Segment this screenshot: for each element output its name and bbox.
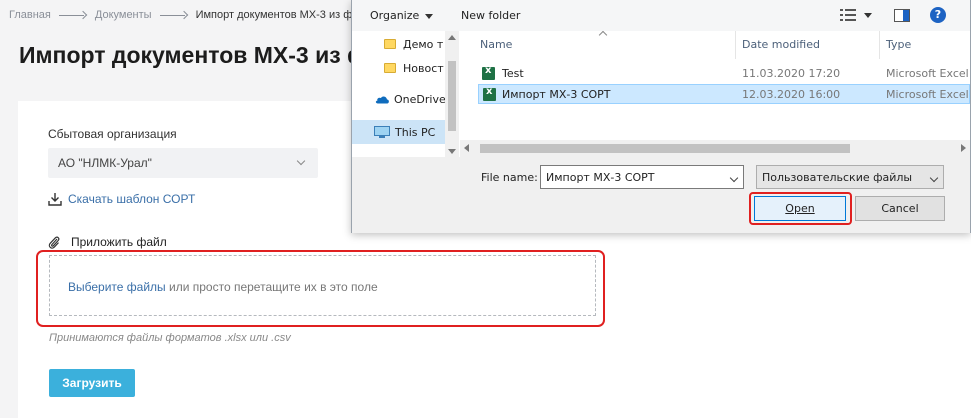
- file-name: Импорт МХ-3 СОРТ: [502, 88, 611, 101]
- breadcrumb: Главная Документы Импорт документов МХ-3…: [9, 9, 377, 21]
- file-type: Microsoft Excel: [886, 88, 969, 101]
- breadcrumb-home[interactable]: Главная: [9, 9, 51, 21]
- file-type-select[interactable]: Пользовательские файлы: [756, 165, 944, 189]
- org-select[interactable]: АО "НЛМК-Урал": [48, 148, 318, 178]
- horizontal-scrollbar[interactable]: [460, 140, 970, 157]
- file-type: Microsoft Excel: [886, 67, 969, 80]
- paperclip-icon: [48, 236, 60, 249]
- new-folder-button[interactable]: New folder: [461, 9, 520, 22]
- download-template-link[interactable]: Скачать шаблон СОРТ: [48, 192, 195, 206]
- scroll-right-icon[interactable]: [961, 144, 966, 152]
- computer-icon: [374, 125, 390, 138]
- nav-item-label: OneDrive: [394, 92, 446, 106]
- nav-item-this-pc[interactable]: This PC: [352, 120, 446, 144]
- org-label: Сбытовая организация: [48, 127, 177, 141]
- file-name-value: Импорт МХ-3 СОРТ: [546, 171, 655, 184]
- file-date: 12.03.2020 16:00: [742, 88, 841, 101]
- nav-item-demo-folder[interactable]: Демо т: [352, 33, 446, 55]
- breadcrumb-documents[interactable]: Документы: [95, 9, 152, 21]
- file-name-label: File name:: [481, 171, 538, 184]
- chevron-down-icon: [296, 156, 306, 166]
- arrow-right-icon: [159, 11, 188, 19]
- upload-button[interactable]: Загрузить: [49, 369, 135, 397]
- scroll-left-icon[interactable]: [464, 144, 469, 152]
- file-row-selected[interactable]: Импорт МХ-3 СОРТ 12.03.2020 16:00 Micros…: [478, 84, 970, 104]
- cancel-button[interactable]: Cancel: [855, 196, 945, 221]
- file-date: 11.03.2020 17:20: [742, 67, 841, 80]
- column-header-type[interactable]: Type: [880, 31, 970, 59]
- nav-item-label: This PC: [395, 125, 436, 139]
- file-name-input[interactable]: Импорт МХ-3 СОРТ: [540, 165, 744, 189]
- file-name: Test: [502, 67, 524, 80]
- download-template-label: Скачать шаблон СОРТ: [68, 192, 196, 206]
- attach-file-label: Приложить файл: [71, 235, 167, 249]
- dialog-bottom-bar: File name: Импорт МХ-3 СОРТ Пользователь…: [352, 157, 970, 233]
- file-type-value: Пользовательские файлы: [762, 171, 913, 184]
- chevron-down-icon[interactable]: [729, 173, 739, 183]
- column-header-date[interactable]: Date modified: [736, 31, 880, 59]
- folder-icon: [384, 63, 396, 73]
- view-dropdown-icon[interactable]: [864, 13, 872, 18]
- dialog-toolbar: Organize New folder ?: [352, 0, 970, 31]
- attach-file[interactable]: Приложить файл: [48, 234, 167, 250]
- org-select-value: АО "НЛМК-Урал": [58, 156, 152, 170]
- open-button-highlight: [749, 192, 852, 225]
- organize-label: Organize: [370, 9, 420, 22]
- file-list: Name Date modified Type Test 11.03.2020 …: [474, 31, 970, 158]
- breadcrumb-current: Импорт документов МХ-3 из файла: [195, 9, 378, 21]
- file-row[interactable]: Test 11.03.2020 17:20 Microsoft Excel: [478, 64, 970, 84]
- download-icon: [48, 193, 62, 206]
- scroll-up-icon[interactable]: [448, 35, 456, 40]
- excel-file-icon: [483, 86, 496, 101]
- file-format-hint: Принимаются файлы форматов .xlsx или .cs…: [49, 332, 291, 344]
- dropzone-highlight: [36, 250, 605, 327]
- help-icon[interactable]: ?: [930, 7, 946, 23]
- dropdown-arrow-icon: [425, 13, 434, 19]
- scroll-thumb[interactable]: [448, 61, 456, 131]
- folder-icon: [384, 39, 396, 49]
- arrow-right-icon: [58, 11, 87, 19]
- preview-pane-icon[interactable]: [894, 9, 910, 22]
- column-header-name[interactable]: Name: [474, 31, 736, 59]
- excel-file-icon: [482, 65, 495, 80]
- navigation-pane: Демо т Новост OneDrive This PC: [352, 31, 460, 158]
- column-header-label: Name: [480, 38, 513, 51]
- view-options-icon[interactable]: [840, 9, 856, 21]
- nav-item-label: Демо т: [403, 37, 444, 51]
- scroll-down-icon[interactable]: [448, 149, 456, 154]
- sort-ascending-icon: [598, 31, 608, 40]
- nav-item-label: Новост: [403, 61, 444, 75]
- nav-item-onedrive[interactable]: OneDrive: [352, 88, 446, 110]
- cloud-icon: [375, 96, 389, 104]
- scroll-thumb[interactable]: [480, 144, 850, 153]
- file-open-dialog: Organize New folder ? Демо т Новост OneD…: [351, 0, 971, 233]
- nav-scrollbar[interactable]: [445, 31, 459, 158]
- nav-item-news-folder[interactable]: Новост: [352, 57, 446, 79]
- chevron-down-icon: [929, 173, 939, 183]
- organize-button[interactable]: Organize: [370, 9, 434, 22]
